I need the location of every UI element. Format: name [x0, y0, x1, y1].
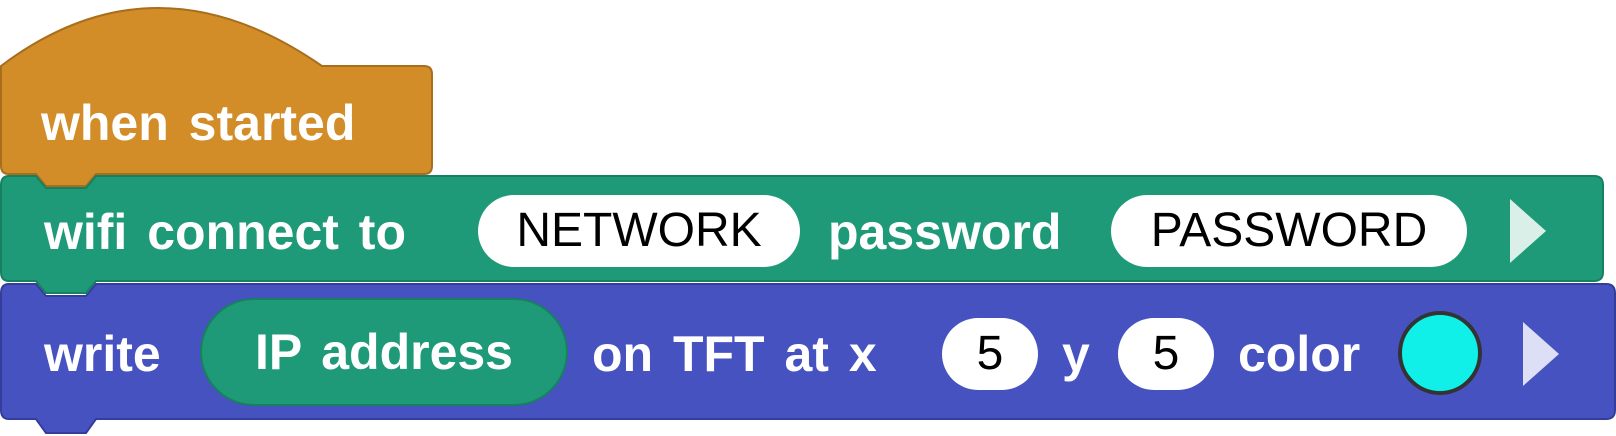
tft-position-label: on TFT at x: [592, 326, 877, 382]
y-label: y: [1062, 326, 1090, 382]
color-label: color: [1238, 326, 1361, 382]
ip-address-reporter[interactable]: IP address: [200, 298, 568, 406]
color-swatch[interactable]: [1398, 311, 1482, 395]
network-input[interactable]: NETWORK: [478, 195, 800, 267]
password-label: password: [828, 204, 1062, 260]
wifi-expand-icon[interactable]: [1508, 197, 1548, 265]
wifi-block-label: wifi connect to: [44, 204, 406, 260]
tft-block-label: write: [44, 326, 161, 382]
password-input[interactable]: PASSWORD: [1111, 195, 1467, 267]
y-input[interactable]: 5: [1118, 318, 1214, 390]
x-input[interactable]: 5: [942, 318, 1038, 390]
tft-expand-icon[interactable]: [1521, 320, 1561, 388]
hat-block-label: when started: [41, 95, 356, 151]
